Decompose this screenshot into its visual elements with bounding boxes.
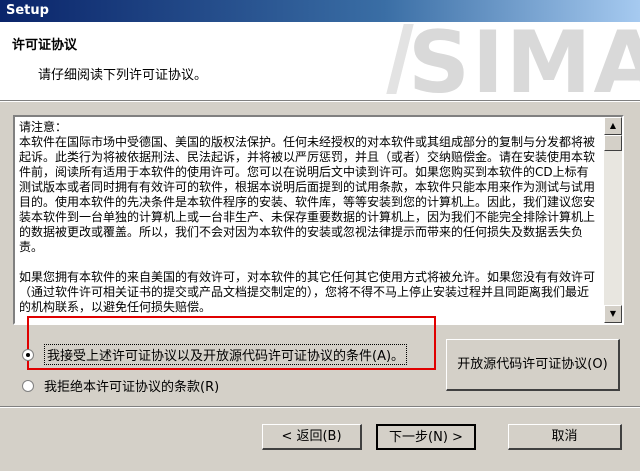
header-divider: [0, 100, 640, 102]
arrow-down-icon: ▼: [609, 309, 617, 318]
license-text: 请注意： 本软件在国际市场中受德国、美国的版权法保护。任何未经授权的对本软件或其…: [15, 117, 604, 323]
open-source-license-button[interactable]: 开放源代码许可证协议(O): [446, 339, 620, 391]
footer-divider: [0, 406, 640, 408]
brand-logo: SIMA: [408, 22, 640, 100]
setup-window: Setup SIMA 许可证协议 请仔细阅读下列许可证协议。 请注意： 本软件在…: [0, 0, 640, 471]
scroll-down-button[interactable]: ▼: [604, 305, 622, 323]
license-paragraph: 如果您拥有本软件的来自美国的有效许可，对本软件的其它任何其它使用方式将被允许。如…: [19, 270, 596, 314]
arrow-up-icon: ▲: [609, 121, 617, 130]
wizard-header: SIMA 许可证协议 请仔细阅读下列许可证协议。: [0, 22, 640, 100]
accept-radio[interactable]: [22, 348, 34, 361]
reject-radio[interactable]: [22, 379, 34, 392]
reject-label[interactable]: 我拒绝本许可证协议的条款(R): [44, 376, 219, 395]
reject-option[interactable]: 我拒绝本许可证协议的条款(R): [22, 376, 219, 395]
scroll-up-button[interactable]: ▲: [604, 117, 622, 135]
license-textbox[interactable]: 请注意： 本软件在国际市场中受德国、美国的版权法保护。任何未经授权的对本软件或其…: [13, 115, 624, 325]
title-bar: Setup: [0, 0, 640, 22]
cancel-button[interactable]: 取消: [508, 424, 622, 450]
accept-label[interactable]: 我接受上述许可证协议以及开放源代码许可证协议的条件(A)。: [44, 344, 408, 365]
vertical-scrollbar[interactable]: ▲ ▼: [604, 117, 622, 323]
page-subtitle: 请仔细阅读下列许可证协议。: [38, 68, 208, 83]
next-button[interactable]: 下一步(N) >: [376, 424, 476, 450]
back-button[interactable]: < 返回(B): [262, 424, 362, 450]
page-title: 许可证协议: [12, 38, 78, 53]
accept-option[interactable]: 我接受上述许可证协议以及开放源代码许可证协议的条件(A)。: [22, 344, 408, 365]
license-paragraph: 本软件在国际市场中受德国、美国的版权法保护。任何未经授权的对本软件或其组成部分的…: [19, 135, 596, 254]
scroll-thumb[interactable]: [604, 135, 622, 151]
license-paragraph: 请注意：: [19, 120, 68, 134]
